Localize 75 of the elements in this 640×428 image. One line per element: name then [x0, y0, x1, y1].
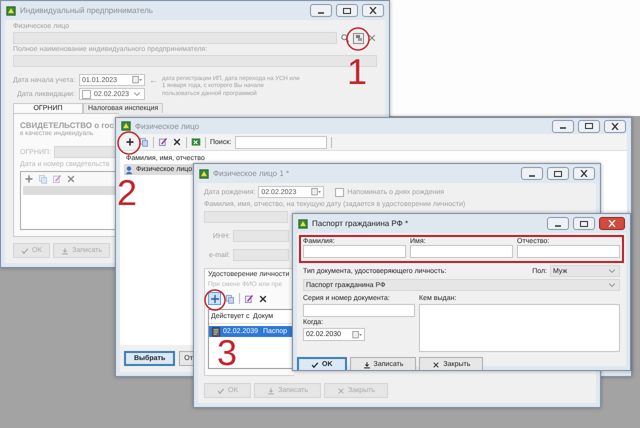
checkbox[interactable] — [82, 90, 91, 98]
app-icon — [298, 218, 308, 228]
download-icon — [267, 386, 276, 394]
close-button[interactable] — [573, 167, 595, 180]
maximize-icon — [585, 123, 593, 129]
input-field[interactable] — [410, 245, 513, 258]
document-icon — [211, 326, 221, 336]
search-icon[interactable] — [340, 33, 350, 43]
app-icon — [199, 168, 209, 178]
check-icon — [21, 246, 29, 254]
input-field[interactable] — [233, 230, 289, 242]
window-title: Паспорт гражданина РФ * — [312, 219, 408, 228]
open-button[interactable] — [353, 32, 364, 44]
highlight-ring — [346, 27, 370, 51]
input-field[interactable] — [517, 245, 620, 258]
window-title: Физическое лицо 1 * — [213, 169, 290, 178]
input-field[interactable] — [204, 211, 288, 223]
edit-icon[interactable] — [52, 174, 62, 184]
minimize-button[interactable] — [310, 4, 332, 17]
person-icon — [124, 164, 134, 174]
step-number: 1 — [347, 58, 368, 85]
maximize-button[interactable] — [573, 217, 595, 230]
step-number: 2 — [117, 179, 138, 206]
close-icon — [608, 220, 616, 227]
input-field[interactable] — [233, 249, 289, 261]
close-icon — [580, 170, 588, 177]
highlight-ring — [117, 131, 141, 155]
clear-icon[interactable] — [367, 33, 377, 43]
delete-icon[interactable] — [172, 137, 182, 147]
maximize-icon — [554, 170, 562, 176]
window-icon — [356, 35, 362, 41]
close-icon — [611, 122, 619, 130]
delete-icon[interactable] — [258, 294, 268, 304]
minimize-button[interactable] — [521, 167, 543, 180]
plus-icon — [210, 294, 218, 302]
input-field[interactable] — [13, 32, 337, 44]
minimize-button[interactable] — [547, 217, 569, 230]
checkbox[interactable] — [335, 188, 344, 196]
arrow-icon: ← — [149, 76, 158, 85]
check-icon — [311, 360, 319, 368]
edit-icon[interactable] — [158, 137, 168, 147]
add-icon[interactable] — [125, 137, 135, 147]
close-icon — [432, 360, 440, 368]
check-icon — [217, 386, 225, 394]
input-field[interactable] — [303, 245, 406, 258]
app-icon — [6, 6, 16, 16]
edit-icon[interactable] — [244, 294, 254, 304]
window-title: Физическое лицо — [135, 122, 200, 130]
maximize-icon — [580, 220, 588, 226]
spreadsheet-icon[interactable] — [191, 137, 201, 147]
maximize-button[interactable] — [547, 167, 569, 180]
copy-icon[interactable] — [225, 294, 235, 304]
maximize-button[interactable] — [578, 120, 600, 132]
input-field[interactable] — [303, 304, 415, 317]
copy-icon[interactable] — [139, 137, 149, 147]
close-button[interactable] — [604, 120, 626, 132]
close-button[interactable] — [599, 217, 625, 230]
maximize-button[interactable] — [336, 4, 358, 17]
maximize-icon — [343, 8, 351, 14]
close-icon — [369, 7, 377, 14]
add-button[interactable] — [208, 292, 221, 305]
search-field[interactable] — [235, 136, 328, 148]
section-heading: СВИДЕТЕЛЬСТВО о гос — [20, 121, 114, 130]
download-icon — [362, 360, 370, 368]
calendar-icon[interactable] — [352, 330, 362, 340]
calendar-icon[interactable] — [311, 187, 322, 197]
close-icon — [337, 386, 346, 394]
download-icon — [61, 246, 70, 254]
minimize-button[interactable] — [552, 120, 574, 132]
step-number: 3 — [217, 339, 238, 366]
calendar-icon[interactable] — [132, 75, 142, 85]
highlight-ring — [204, 289, 226, 311]
app-icon — [121, 121, 131, 131]
window-title: Индивидуальный предприниматель — [20, 6, 153, 15]
close-button[interactable] — [362, 4, 384, 17]
